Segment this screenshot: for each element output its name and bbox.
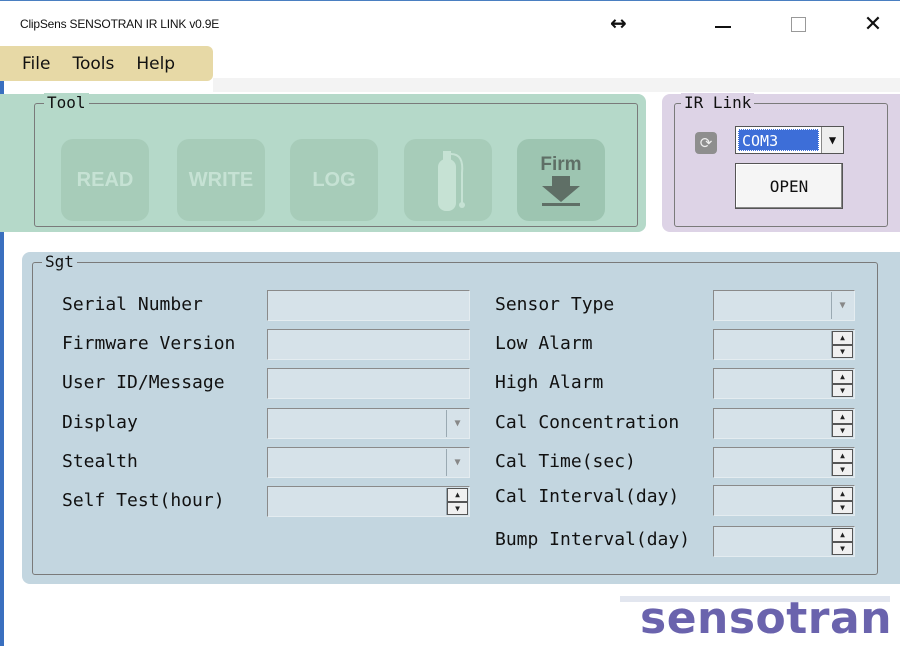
- title-bar: ClipSens SENSOTRAN IR LINK v0.9E ↔ ✕: [0, 0, 900, 42]
- sensor-type-dropdown[interactable]: ▼: [713, 290, 855, 321]
- spinner-arrows[interactable]: ▲ ▼: [831, 528, 853, 555]
- spin-up-icon[interactable]: ▲: [832, 528, 853, 542]
- cal-time-sec-label: Cal Time(sec): [495, 451, 636, 472]
- spin-up-icon[interactable]: ▲: [832, 331, 853, 345]
- minimize-button[interactable]: [700, 5, 746, 43]
- low-alarm-label: Low Alarm: [495, 333, 593, 354]
- spin-down-icon[interactable]: ▼: [832, 344, 853, 358]
- firmware-button-label: Firm: [540, 154, 582, 175]
- spinner-arrows[interactable]: ▲ ▼: [831, 449, 853, 476]
- spinner-arrows[interactable]: ▲ ▼: [831, 410, 853, 437]
- spin-up-icon[interactable]: ▲: [832, 410, 853, 424]
- com-port-value: COM3: [738, 129, 819, 151]
- firmware-button[interactable]: Firm: [517, 139, 605, 221]
- spinner-arrows[interactable]: ▲ ▼: [831, 487, 853, 514]
- resize-arrows-icon[interactable]: ↔: [610, 11, 627, 35]
- log-button[interactable]: LOG: [290, 139, 378, 221]
- close-icon: ✕: [863, 11, 883, 37]
- display-label: Display: [62, 412, 138, 433]
- bump-interval-day-label: Bump Interval(day): [495, 529, 691, 550]
- chevron-down-icon[interactable]: ▼: [821, 127, 843, 153]
- self-test-hour-spinner[interactable]: ▲ ▼: [267, 486, 470, 517]
- stealth-dropdown[interactable]: ▼: [267, 447, 470, 478]
- cal-concentration-spinner[interactable]: ▲ ▼: [713, 408, 855, 439]
- sgt-legend: Sgt: [42, 252, 77, 271]
- refresh-button[interactable]: ⟳: [695, 132, 717, 154]
- menu-file[interactable]: File: [22, 54, 50, 74]
- spin-down-icon[interactable]: ▼: [832, 541, 853, 555]
- spin-up-icon[interactable]: ▲: [832, 449, 853, 463]
- spin-down-icon[interactable]: ▼: [447, 501, 468, 515]
- ir-link-panel: IR Link ⟳ COM3 ▼ OPEN: [662, 93, 900, 232]
- window-title: ClipSens SENSOTRAN IR LINK v0.9E: [20, 17, 220, 31]
- spinner-arrows[interactable]: ▲ ▼: [446, 488, 468, 515]
- download-arrow-icon: [542, 176, 580, 206]
- chevron-down-icon[interactable]: ▼: [446, 410, 468, 437]
- menu-strip: [213, 78, 900, 92]
- write-button-label: WRITE: [188, 168, 254, 191]
- menu-help[interactable]: Help: [136, 54, 175, 74]
- log-button-label: LOG: [312, 168, 356, 191]
- cal-concentration-label: Cal Concentration: [495, 412, 680, 433]
- serial-number-label: Serial Number: [62, 294, 203, 315]
- serial-number-field[interactable]: [267, 290, 470, 321]
- close-button[interactable]: ✕: [850, 5, 896, 43]
- cal-time-sec-spinner[interactable]: ▲ ▼: [713, 447, 855, 478]
- spinner-arrows[interactable]: ▲ ▼: [831, 370, 853, 397]
- tool-legend: Tool: [44, 93, 89, 112]
- spin-down-icon[interactable]: ▼: [832, 500, 853, 514]
- spin-down-icon[interactable]: ▼: [832, 423, 853, 437]
- refresh-icon: ⟳: [699, 134, 713, 152]
- stealth-label: Stealth: [62, 451, 138, 472]
- display-dropdown[interactable]: ▼: [267, 408, 470, 439]
- minimize-icon: [715, 26, 731, 28]
- chevron-down-icon[interactable]: ▼: [831, 292, 853, 319]
- bump-interval-day-spinner[interactable]: ▲ ▼: [713, 526, 855, 557]
- spin-down-icon[interactable]: ▼: [832, 383, 853, 397]
- maximize-icon: [790, 16, 806, 32]
- chevron-down-icon[interactable]: ▼: [446, 449, 468, 476]
- user-id-message-field[interactable]: [267, 368, 470, 399]
- sgt-panel: Sgt Serial Number Firmware Version User …: [22, 252, 900, 584]
- read-button-label: READ: [76, 168, 134, 191]
- tool-groupbox: Tool READ WRITE LOG Firm: [34, 93, 638, 227]
- tool-panel: Tool READ WRITE LOG Firm: [0, 93, 646, 232]
- spin-up-icon[interactable]: ▲: [832, 370, 853, 384]
- open-button-label: OPEN: [769, 176, 809, 196]
- com-port-select[interactable]: COM3 ▼: [735, 126, 844, 154]
- ir-link-legend: IR Link: [681, 93, 755, 112]
- user-id-message-label: User ID/Message: [62, 372, 225, 393]
- sgt-groupbox: Sgt Serial Number Firmware Version User …: [32, 252, 878, 575]
- firmware-version-field[interactable]: [267, 329, 470, 360]
- sensor-type-label: Sensor Type: [495, 294, 615, 315]
- self-test-hour-label: Self Test(hour): [62, 490, 225, 511]
- menu-bar: File Tools Help: [0, 46, 213, 81]
- ir-link-groupbox: IR Link ⟳ COM3 ▼ OPEN: [674, 93, 888, 227]
- spinner-arrows[interactable]: ▲ ▼: [831, 331, 853, 358]
- write-button[interactable]: WRITE: [177, 139, 265, 221]
- low-alarm-spinner[interactable]: ▲ ▼: [713, 329, 855, 360]
- spin-down-icon[interactable]: ▼: [832, 462, 853, 476]
- read-button[interactable]: READ: [61, 139, 149, 221]
- gas-cylinder-icon: [438, 151, 465, 211]
- maximize-button[interactable]: [775, 5, 821, 43]
- high-alarm-spinner[interactable]: ▲ ▼: [713, 368, 855, 399]
- cal-interval-day-spinner[interactable]: ▲ ▼: [713, 485, 855, 516]
- open-button[interactable]: OPEN: [735, 163, 843, 209]
- spin-up-icon[interactable]: ▲: [447, 488, 468, 502]
- sensotran-logo: sensotran: [640, 593, 893, 644]
- firmware-version-label: Firmware Version: [62, 333, 236, 354]
- menu-tools[interactable]: Tools: [72, 54, 114, 74]
- cal-interval-day-label: Cal Interval(day): [495, 486, 680, 507]
- gas-cylinder-button[interactable]: [404, 139, 492, 221]
- high-alarm-label: High Alarm: [495, 372, 604, 393]
- spin-up-icon[interactable]: ▲: [832, 487, 853, 501]
